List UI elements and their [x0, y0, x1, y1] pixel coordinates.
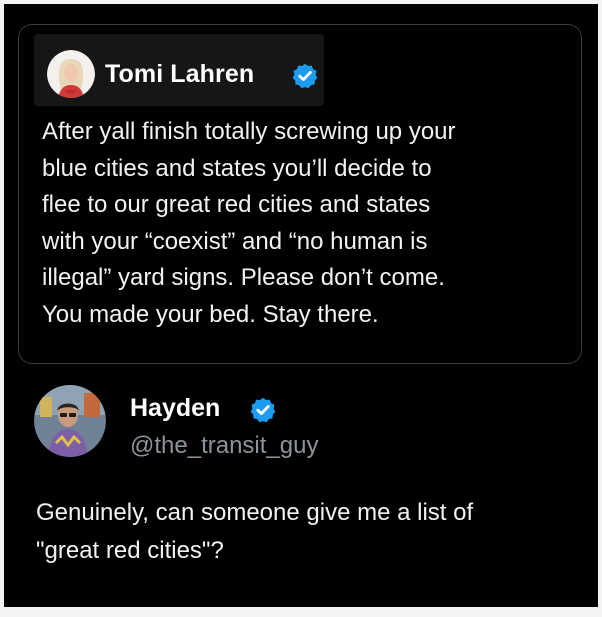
reply-tweet-line: "great red cities"?: [36, 537, 224, 564]
quoted-tweet-line: blue cities and states you’ll decide to: [42, 154, 432, 182]
quoted-tweet-text: After yall finish totally screwing up yo…: [42, 114, 572, 333]
reply-author-name[interactable]: Hayden: [130, 394, 220, 423]
verified-badge-icon: [250, 397, 276, 423]
quoted-tweet-line: You made your bed. Stay there.: [42, 300, 379, 328]
quoted-tweet-line: illegal” yard signs. Please don’t come.: [42, 264, 445, 291]
screenshot-frame: Tomi Lahren After yall finish totally sc…: [4, 4, 598, 607]
quoted-tweet-line: with your “coexist” and “no human is: [42, 227, 428, 255]
reply-author-avatar[interactable]: [34, 385, 106, 457]
reply-tweet-line: Genuinely, can someone give me a list of: [36, 499, 474, 526]
verified-badge-icon: [292, 63, 318, 89]
reply-tweet-text: Genuinely, can someone give me a list of…: [36, 494, 576, 570]
quoted-author-avatar[interactable]: [47, 50, 95, 98]
quoted-tweet-line: flee to our great red cities and states: [42, 191, 431, 218]
quoted-tweet-line: After yall finish totally screwing up yo…: [42, 118, 456, 145]
quoted-author-name[interactable]: Tomi Lahren: [105, 60, 254, 89]
reply-author-handle[interactable]: @the_transit_guy: [130, 432, 318, 460]
